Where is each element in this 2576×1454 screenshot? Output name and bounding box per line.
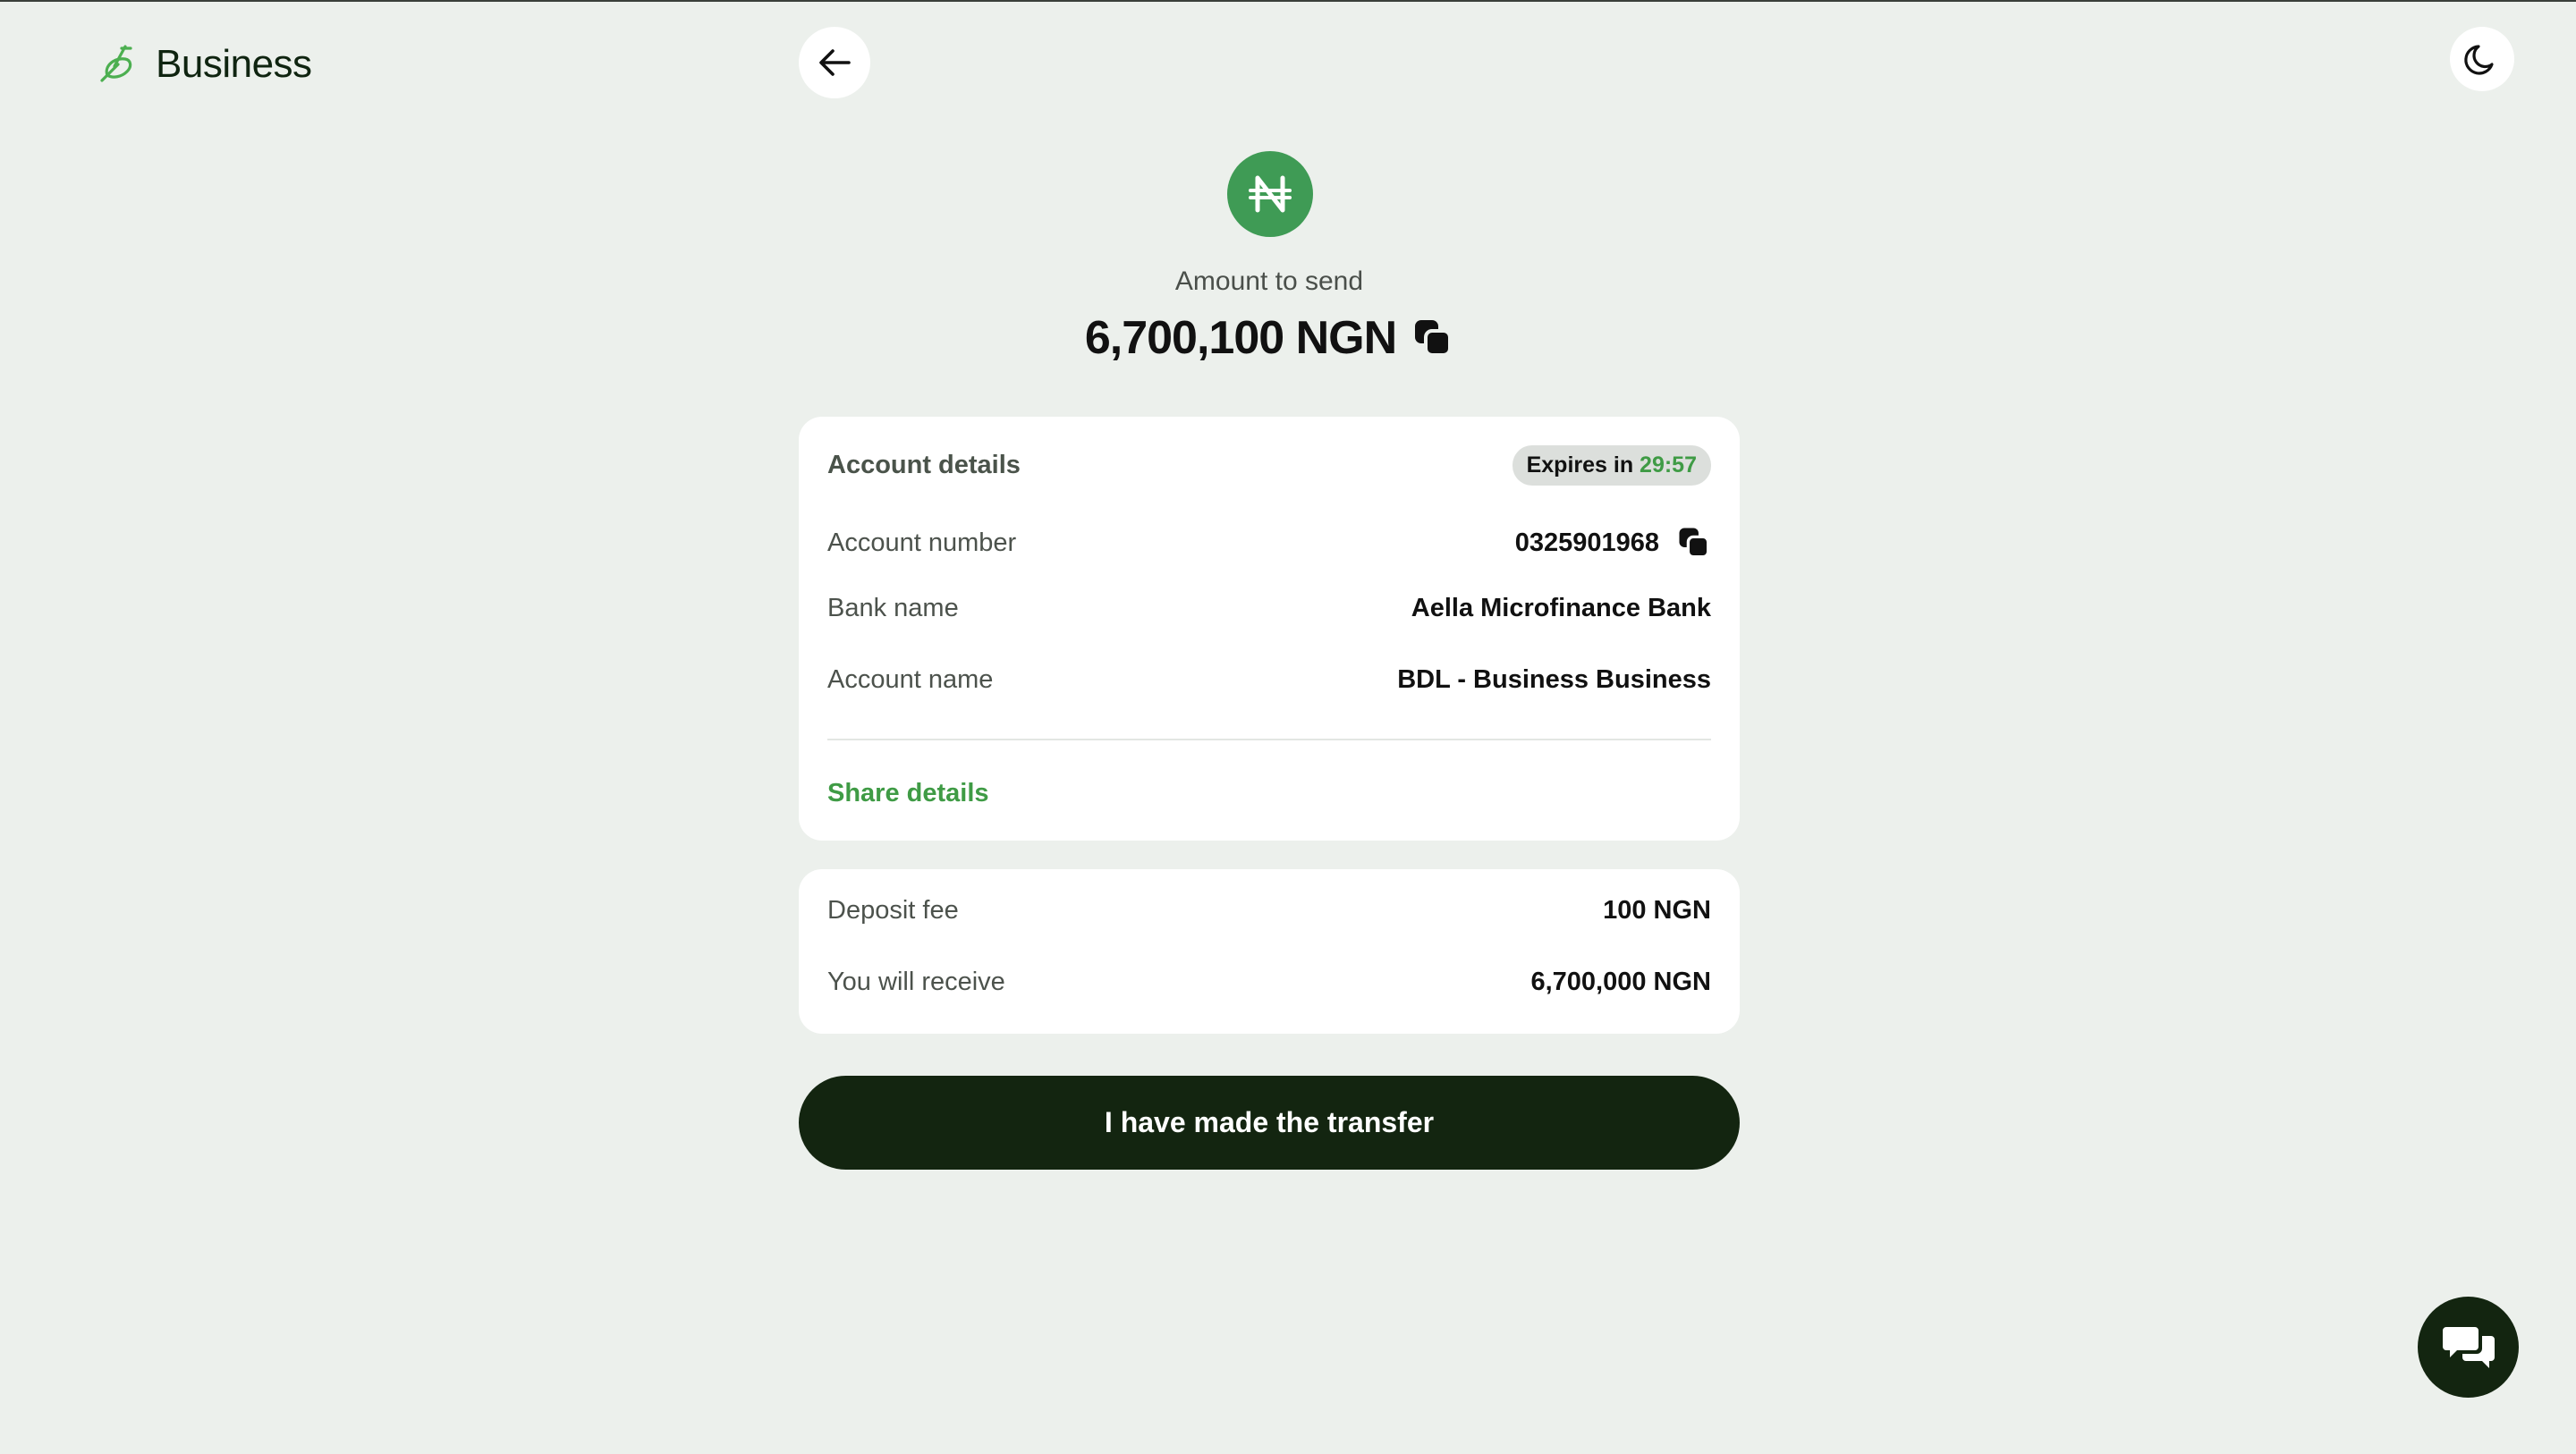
expires-label: Expires in — [1526, 452, 1634, 478]
leaf-logo-icon — [100, 45, 132, 82]
divider — [827, 739, 1711, 740]
account-number-label: Account number — [827, 528, 1017, 557]
moon-icon — [2464, 45, 2494, 75]
receive-amount-value: 6,700,000 NGN — [1530, 968, 1711, 996]
account-details-card: Account details Expires in 29:57 Account… — [799, 417, 1740, 841]
expiry-badge: Expires in 29:57 — [1512, 445, 1711, 486]
amount-row: 6,700,100 NGN — [799, 311, 1740, 365]
top-border — [0, 0, 2576, 2]
account-number-value: 0325901968 — [1514, 528, 1659, 557]
expires-timer: 29:57 — [1640, 452, 1697, 478]
confirm-transfer-button[interactable]: I have made the transfer — [799, 1076, 1740, 1170]
share-details-link[interactable]: Share details — [827, 779, 989, 808]
arrow-left-icon — [819, 49, 851, 76]
receive-amount-label: You will receive — [827, 968, 1005, 996]
amount-label: Amount to send — [1174, 266, 1364, 296]
copy-amount-icon[interactable] — [1412, 317, 1453, 359]
account-number-row: Account number 0325901968 — [827, 526, 1711, 560]
fee-summary-card: Deposit fee 100 NGN You will receive 6,7… — [799, 869, 1740, 1034]
back-button[interactable] — [799, 27, 870, 98]
deposit-fee-value: 100 NGN — [1603, 896, 1711, 925]
logo[interactable]: Business — [95, 38, 312, 91]
deposit-fee-row: Deposit fee 100 NGN — [827, 896, 1711, 926]
copy-account-number-icon[interactable] — [1677, 526, 1711, 560]
deposit-fee-label: Deposit fee — [827, 896, 959, 925]
account-details-title: Account details — [827, 451, 1021, 479]
chat-button[interactable] — [2418, 1297, 2519, 1398]
chat-icon — [2442, 1326, 2495, 1368]
account-name-label: Account name — [827, 665, 994, 694]
logo-text: Business — [156, 42, 312, 86]
bank-name-value: Aella Microfinance Bank — [1411, 594, 1711, 622]
naira-icon — [1227, 151, 1313, 237]
amount-value: 6,700,100 NGN — [1084, 312, 1397, 364]
bank-name-label: Bank name — [827, 594, 959, 622]
receive-amount-row: You will receive 6,700,000 NGN — [827, 968, 1711, 997]
account-name-value: BDL - Business Business — [1397, 665, 1711, 694]
account-name-row: Account name BDL - Business Business — [827, 665, 1711, 695]
theme-toggle-button[interactable] — [2450, 27, 2514, 91]
bank-name-row: Bank name Aella Microfinance Bank — [827, 594, 1711, 623]
